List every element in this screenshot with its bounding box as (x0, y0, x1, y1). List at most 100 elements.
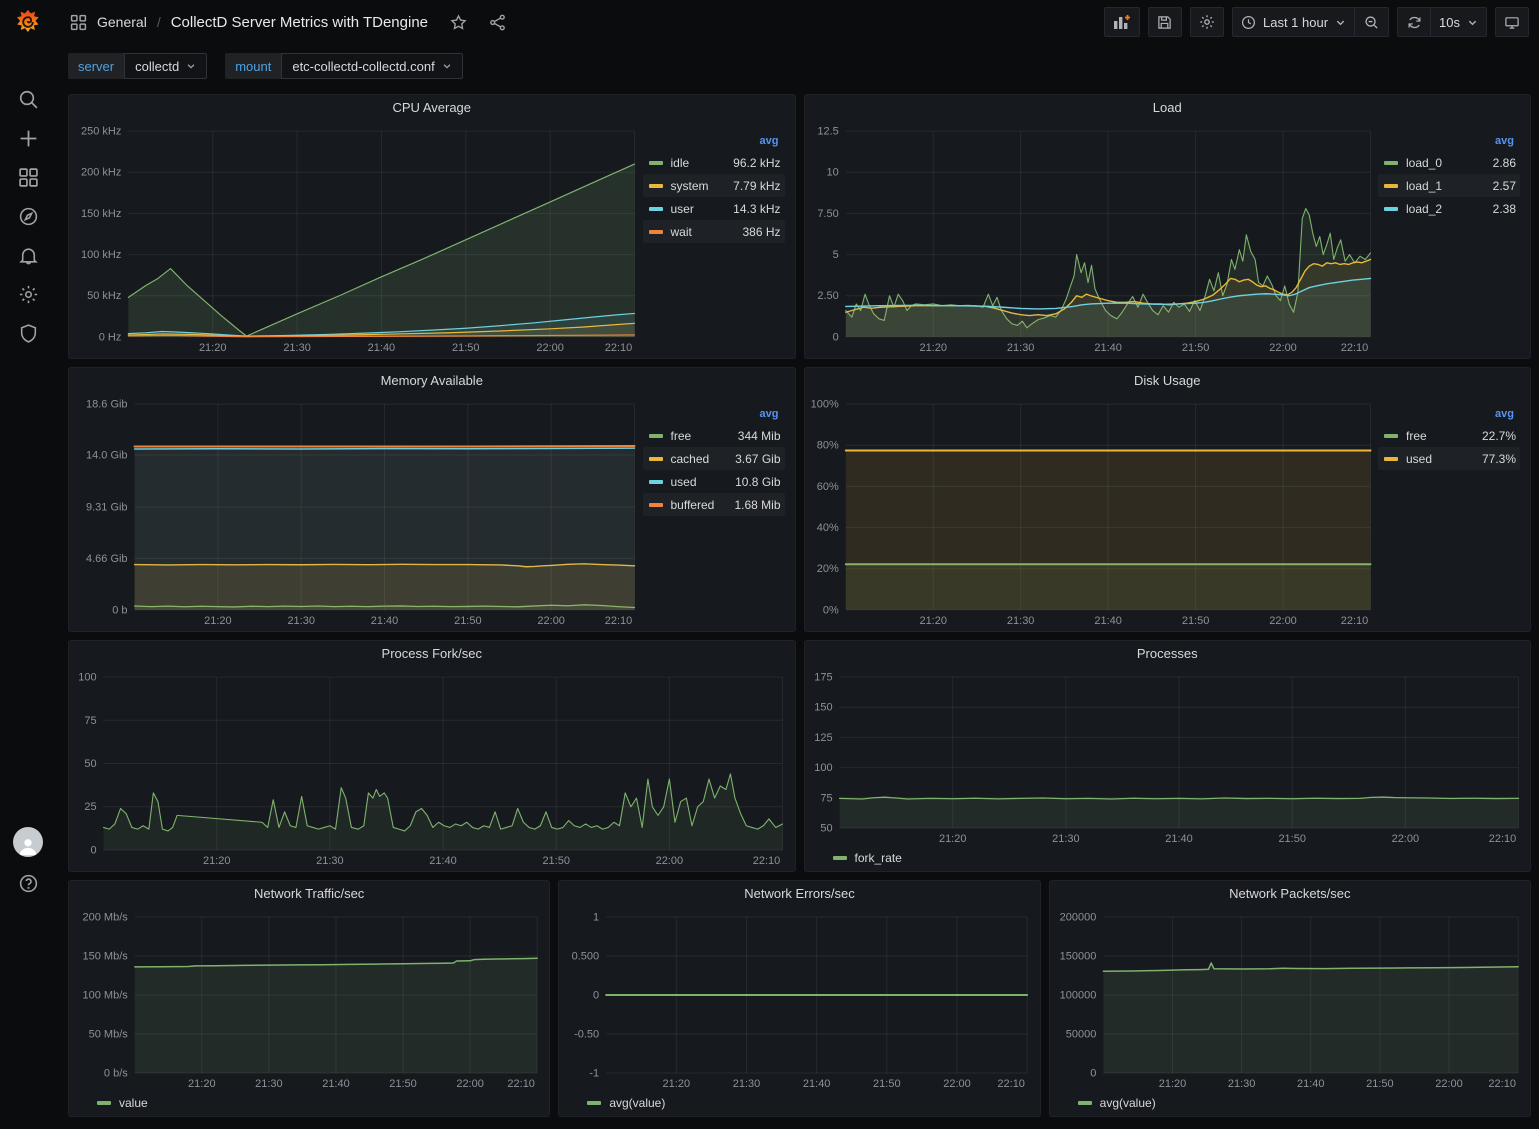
legend-label: used (1406, 452, 1482, 466)
panel-title[interactable]: Disk Usage (805, 368, 1531, 394)
legend-label: idle (671, 156, 734, 170)
panel-title[interactable]: Network Packets/sec (1050, 881, 1530, 907)
svg-text:150000: 150000 (1059, 951, 1096, 963)
legend-color-marker (1384, 161, 1398, 165)
legend-item[interactable]: load_12.57 (1378, 174, 1520, 197)
chart-processes[interactable]: 507510012515017521:2021:3021:4021:5022:0… (809, 667, 1527, 847)
zoom-out-time-button[interactable] (1355, 7, 1389, 37)
legend-label: used (671, 475, 736, 489)
legend-item[interactable]: idle96.2 kHz (643, 151, 785, 174)
svg-text:50: 50 (820, 822, 832, 834)
chevron-down-icon (186, 61, 196, 71)
svg-text:0: 0 (832, 331, 838, 343)
legend-item[interactable]: free22.7% (1378, 424, 1520, 447)
panel-body: 0 Hz50 kHz100 kHz150 kHz200 kHz250 kHz21… (69, 121, 795, 358)
svg-text:12.5: 12.5 (817, 126, 838, 138)
legend-item[interactable]: used10.8 Gib (643, 470, 785, 493)
user-avatar[interactable] (13, 827, 43, 857)
svg-text:21:30: 21:30 (287, 615, 315, 627)
configuration-gear-icon[interactable] (16, 283, 40, 305)
variable-server[interactable]: server collectd (68, 53, 207, 79)
star-icon[interactable] (450, 14, 467, 31)
panel-title[interactable]: Load (805, 95, 1531, 121)
variable-mount-value[interactable]: etc-collectd-collectd.conf (281, 53, 462, 79)
legend-item[interactable]: buffered1.68 Mib (643, 493, 785, 516)
legend-color-marker (1078, 1101, 1092, 1105)
svg-text:21:20: 21:20 (663, 1078, 691, 1090)
legend-item[interactable]: load_02.86 (1378, 151, 1520, 174)
apps-grid-icon[interactable] (70, 14, 87, 31)
time-range-button[interactable]: Last 1 hour (1232, 7, 1355, 37)
svg-text:200 kHz: 200 kHz (81, 167, 121, 179)
legend-value: 22.7% (1482, 429, 1516, 443)
dashboards-icon[interactable] (16, 166, 40, 188)
add-panel-icon (1113, 14, 1131, 30)
grafana-logo[interactable] (0, 8, 56, 36)
svg-text:22:00: 22:00 (1435, 1078, 1463, 1090)
legend-avg-header[interactable]: avg (1378, 133, 1520, 151)
panel-body: -1-0.5000.500121:2021:3021:4021:5022:002… (559, 907, 1039, 1116)
variable-mount[interactable]: mount etc-collectd-collectd.conf (225, 53, 462, 79)
svg-text:7.50: 7.50 (817, 208, 838, 220)
legend-item[interactable]: value (97, 1096, 148, 1110)
dashboard-title[interactable]: CollectD Server Metrics with TDengine (171, 14, 428, 31)
chart-network-errors[interactable]: -1-0.5000.500121:2021:3021:4021:5022:002… (563, 907, 1035, 1092)
panel-title[interactable]: Network Errors/sec (559, 881, 1039, 907)
chart-cpu-average[interactable]: 0 Hz50 kHz100 kHz150 kHz200 kHz250 kHz21… (73, 121, 643, 356)
share-icon[interactable] (489, 14, 506, 31)
search-icon[interactable] (16, 88, 40, 110)
legend-avg-header[interactable]: avg (1378, 406, 1520, 424)
dashboard-settings-button[interactable] (1190, 7, 1224, 37)
grafana-logo-icon (14, 8, 42, 36)
breadcrumb-folder[interactable]: General (97, 14, 147, 30)
chart-disk-usage[interactable]: 0%20%40%60%80%100%21:2021:3021:4021:5022… (809, 394, 1379, 629)
legend-avg-header[interactable]: avg (643, 406, 785, 424)
legend-color-marker (649, 230, 663, 234)
panel-title[interactable]: Processes (805, 641, 1531, 667)
alerting-bell-icon[interactable] (16, 244, 40, 266)
explore-compass-icon[interactable] (16, 205, 40, 227)
variable-server-label: server (68, 53, 124, 79)
legend-item[interactable]: free344 Mib (643, 424, 785, 447)
legend-avg-header[interactable]: avg (643, 133, 785, 151)
chart-load[interactable]: 02.5057.501012.521:2021:3021:4021:5022:0… (809, 121, 1379, 356)
legend-item[interactable]: user14.3 kHz (643, 197, 785, 220)
svg-text:22:00: 22:00 (537, 615, 565, 627)
svg-text:75: 75 (84, 715, 96, 727)
panel-title[interactable]: Process Fork/sec (69, 641, 795, 667)
chart-memory-available[interactable]: 0 b4.66 Gib9.31 Gib14.0 Gib18.6 Gib21:20… (73, 394, 643, 629)
panel-title[interactable]: Memory Available (69, 368, 795, 394)
legend: fork_rate (809, 847, 1527, 869)
chart-network-packets[interactable]: 05000010000015000020000021:2021:3021:402… (1054, 907, 1526, 1092)
legend-item[interactable]: load_22.38 (1378, 197, 1520, 220)
chart-process-fork[interactable]: 025507510021:2021:3021:4021:5022:0022:10 (73, 667, 791, 869)
legend: avgidle96.2 kHzsystem7.79 kHzuser14.3 kH… (643, 121, 791, 356)
panel-title[interactable]: Network Traffic/sec (69, 881, 549, 907)
cycle-view-mode-button[interactable] (1495, 7, 1529, 37)
svg-text:22:10: 22:10 (1488, 1078, 1516, 1090)
svg-text:21:30: 21:30 (1006, 615, 1034, 627)
plus-icon[interactable] (16, 127, 40, 149)
chart-network-traffic[interactable]: 0 b/s50 Mb/s100 Mb/s150 Mb/s200 Mb/s21:2… (73, 907, 545, 1092)
legend-item[interactable]: wait386 Hz (643, 220, 785, 243)
legend-item[interactable]: system7.79 kHz (643, 174, 785, 197)
legend-item[interactable]: avg(value) (1078, 1096, 1156, 1110)
legend-item[interactable]: fork_rate (833, 851, 902, 865)
add-panel-button[interactable] (1104, 7, 1140, 37)
save-dashboard-button[interactable] (1148, 7, 1182, 37)
refresh-button[interactable] (1397, 7, 1431, 37)
variable-server-value[interactable]: collectd (124, 53, 207, 79)
legend-color-marker (649, 480, 663, 484)
svg-text:20%: 20% (816, 563, 838, 575)
legend-item[interactable]: avg(value) (587, 1096, 665, 1110)
legend-item[interactable]: used77.3% (1378, 447, 1520, 470)
svg-text:21:40: 21:40 (368, 342, 396, 354)
refresh-group: 10s (1397, 7, 1487, 37)
panel-title[interactable]: CPU Average (69, 95, 795, 121)
help-icon[interactable] (16, 872, 40, 894)
svg-text:0: 0 (593, 990, 599, 1002)
svg-text:0 b/s: 0 b/s (104, 1068, 128, 1080)
admin-shield-icon[interactable] (16, 322, 40, 344)
legend-item[interactable]: cached3.67 Gib (643, 447, 785, 470)
refresh-interval-button[interactable]: 10s (1431, 7, 1487, 37)
